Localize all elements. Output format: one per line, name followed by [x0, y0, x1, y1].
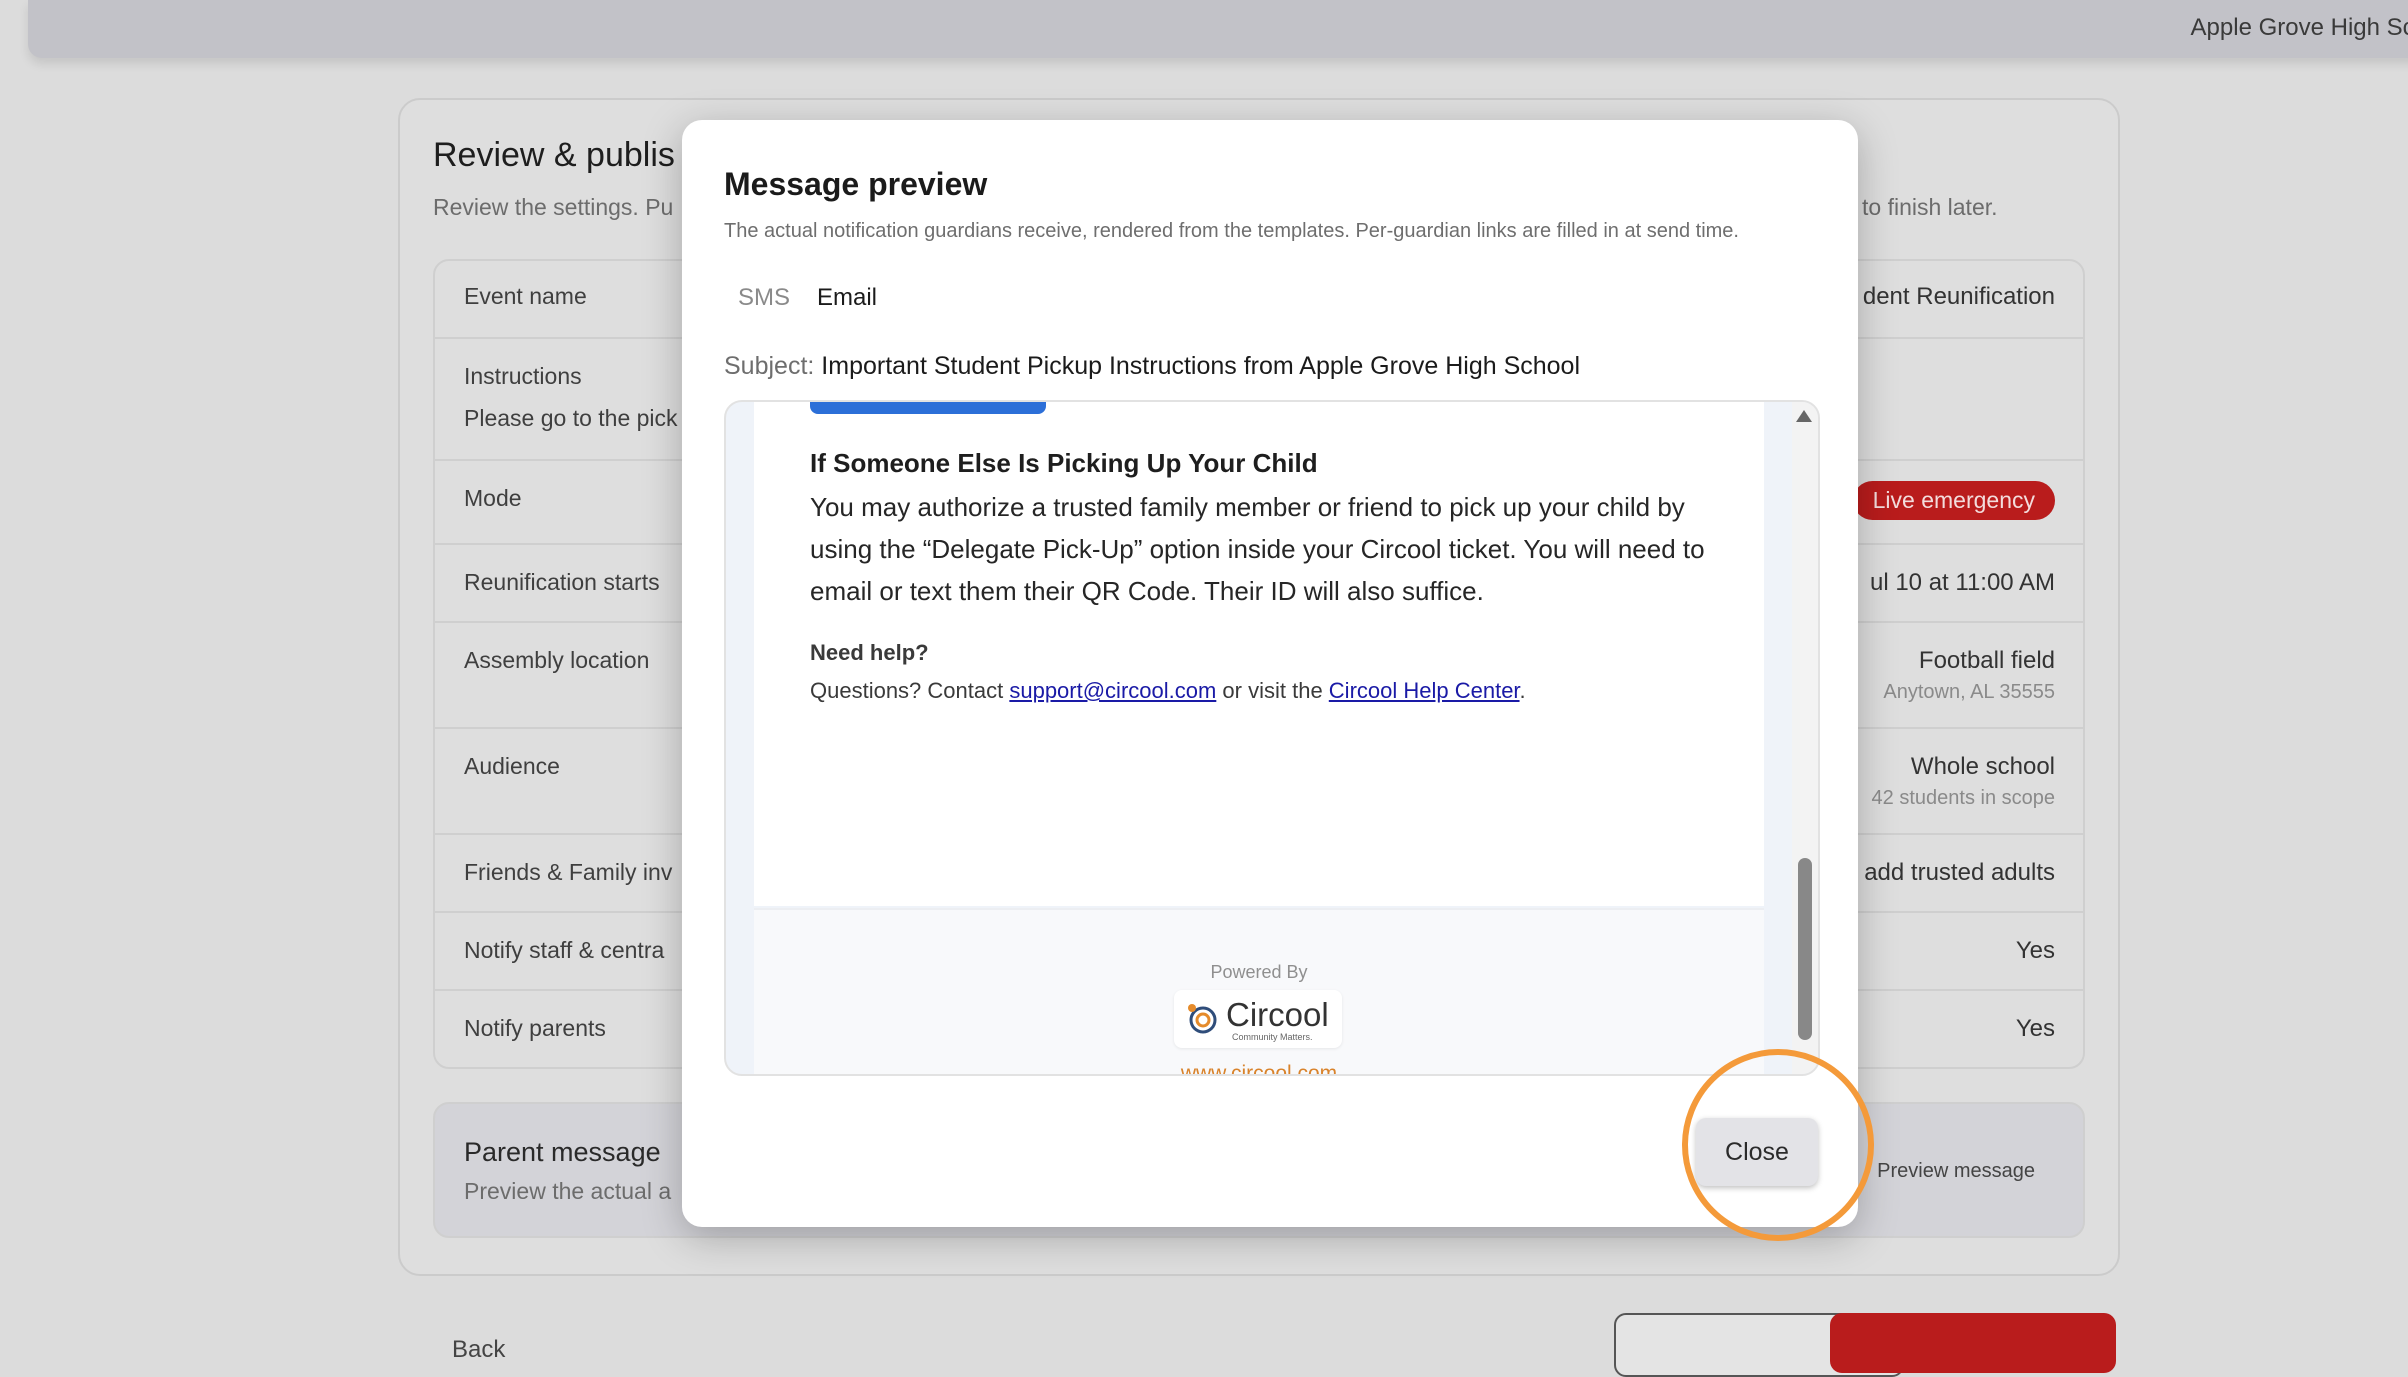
email-footer: Powered By Circool Community Matters. ww… — [754, 908, 1764, 1074]
support-email-link[interactable]: support@circool.com — [1009, 678, 1216, 703]
preview-message-button[interactable]: Preview message — [1877, 1160, 2035, 1183]
powered-by-label: Powered By — [1210, 962, 1308, 982]
row-label: Mode — [464, 485, 522, 511]
row-value: Yes — [2015, 937, 2055, 964]
modal-title: Message preview — [724, 166, 988, 202]
school-name: Apple Grove High Sch — [2190, 14, 2408, 41]
help-middle: or visit the — [1216, 678, 1329, 703]
row-label: Assembly location — [464, 647, 650, 673]
row-label: Instructions — [464, 363, 582, 389]
top-bar: Apple Grove High Sch — [28, 0, 2408, 58]
row-label: Notify parents — [464, 1015, 606, 1041]
email-cta-button[interactable] — [810, 402, 1046, 414]
back-button[interactable]: Back — [452, 1336, 505, 1364]
logo-wordmark: Circool — [1226, 996, 1329, 1033]
close-button[interactable]: Close — [1696, 1118, 1818, 1186]
help-prefix: Questions? Contact — [810, 678, 1010, 703]
circool-logo: Circool Community Matters. — [1174, 990, 1342, 1048]
tab-sms[interactable]: SMS — [738, 284, 790, 312]
scroll-up-arrow-icon[interactable] — [1796, 410, 1812, 422]
row-value: add trusted adults — [1864, 859, 2055, 886]
parent-message-title: Parent message — [464, 1137, 661, 1167]
review-title: Review & publis — [433, 136, 675, 174]
message-preview-modal: Message preview The actual notification … — [682, 120, 1858, 1227]
row-sub-label: Please go to the pick — [464, 405, 678, 431]
email-preview-frame[interactable]: If Someone Else Is Picking Up Your Child… — [724, 400, 1820, 1076]
scrollbar-thumb[interactable] — [1798, 858, 1812, 1040]
email-subject: Subject: Important Student Pickup Instru… — [724, 352, 1580, 381]
subject-value: Important Student Pickup Instructions fr… — [821, 352, 1581, 380]
row-label: Event name — [464, 283, 587, 309]
tab-email[interactable]: Email — [817, 284, 877, 312]
row-value: dent Reunification — [1862, 283, 2055, 310]
help-center-link[interactable]: Circool Help Center — [1329, 678, 1520, 703]
row-value: Football field — [1918, 647, 2055, 674]
review-subtitle: Review the settings. Pu — [433, 194, 674, 220]
circool-logo-icon — [1188, 1004, 1217, 1034]
row-sub-value: 42 students in scope — [1871, 787, 2055, 809]
website-link[interactable]: www.circool.com — [754, 1062, 1764, 1074]
row-value: ul 10 at 11:00 AM — [1869, 569, 2055, 596]
preview-scrollbar[interactable] — [1792, 402, 1818, 1074]
modal-description: The actual notification guardians receiv… — [724, 220, 1739, 242]
row-value: Yes — [2015, 1015, 2055, 1042]
live-emergency-badge: Live emergency — [1852, 481, 2055, 520]
row-label: Friends & Family inv — [464, 859, 673, 885]
email-section-heading: If Someone Else Is Picking Up Your Child — [810, 448, 1318, 478]
subject-label: Subject: — [724, 352, 815, 380]
help-heading: Need help? — [810, 640, 929, 665]
help-suffix: . — [1519, 678, 1526, 703]
row-sub-value: Anytown, AL 35555 — [1883, 681, 2055, 703]
row-label: Reunification starts — [464, 569, 660, 595]
logo-tagline: Community Matters. — [1232, 1032, 1313, 1042]
help-text: Questions? Contact support@circool.com o… — [810, 678, 1526, 704]
publish-button[interactable] — [1830, 1313, 2116, 1373]
email-section-paragraph: You may authorize a trusted family membe… — [810, 492, 1705, 606]
parent-message-subtitle: Preview the actual a — [464, 1178, 672, 1204]
row-label: Notify staff & centra — [464, 937, 665, 963]
email-body: If Someone Else Is Picking Up Your Child… — [754, 402, 1764, 906]
row-value: Whole school — [1910, 753, 2055, 780]
row-label: Audience — [464, 753, 560, 779]
review-subtitle-tail: to finish later. — [1862, 194, 1998, 220]
